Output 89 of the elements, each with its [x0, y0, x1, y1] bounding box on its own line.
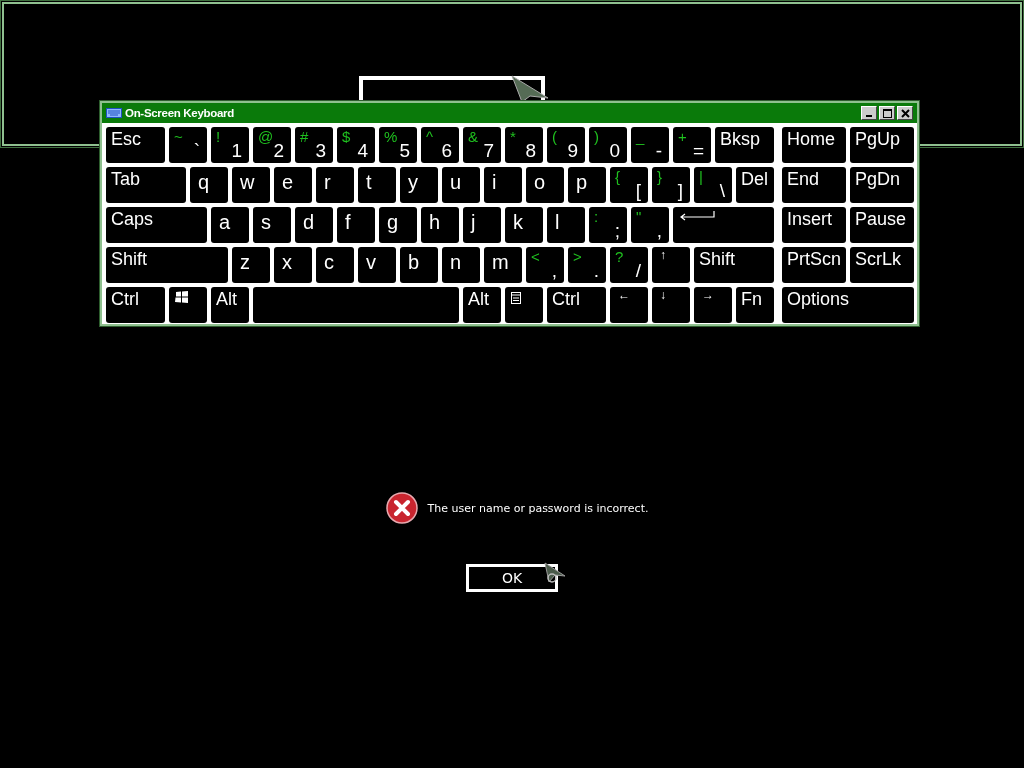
key[interactable]: t — [358, 167, 396, 203]
key[interactable]: Caps — [106, 207, 207, 243]
key[interactable]: _ - — [631, 127, 669, 163]
key[interactable]: @ 2 — [253, 127, 291, 163]
error-message: The user name or password is incorrect. — [427, 501, 649, 515]
key[interactable] — [505, 287, 543, 323]
key[interactable]: l — [547, 207, 585, 243]
key[interactable]: PrtScn — [782, 247, 846, 283]
menu-icon — [511, 292, 521, 304]
key[interactable]: Shift — [694, 247, 774, 283]
key[interactable]: ↑ — [652, 247, 690, 283]
minimize-icon — [866, 115, 872, 117]
key[interactable]: ScrLk — [850, 247, 914, 283]
key[interactable]: w — [232, 167, 270, 203]
key[interactable]: ) 0 — [589, 127, 627, 163]
key[interactable]: % 5 — [379, 127, 417, 163]
close-button[interactable] — [897, 106, 913, 120]
key[interactable]: Ctrl — [547, 287, 606, 323]
key[interactable]: y — [400, 167, 438, 203]
key[interactable]: a — [211, 207, 249, 243]
key[interactable]: : ; — [589, 207, 627, 243]
key[interactable]: Pause — [850, 207, 914, 243]
key[interactable]: > . — [568, 247, 606, 283]
key[interactable]: " , — [631, 207, 669, 243]
windows-logo-icon — [175, 291, 189, 303]
window-title: On-Screen Keyboard — [125, 107, 234, 119]
key[interactable]: * 8 — [505, 127, 543, 163]
key[interactable]: Shift — [106, 247, 228, 283]
key[interactable]: e — [274, 167, 312, 203]
key[interactable]: v — [358, 247, 396, 283]
key[interactable]: Options — [782, 287, 914, 323]
key[interactable]: Del — [736, 167, 774, 203]
key[interactable]: Fn — [736, 287, 774, 323]
key[interactable]: | \ — [694, 167, 732, 203]
key[interactable]: & 7 — [463, 127, 501, 163]
key[interactable]: Alt — [211, 287, 249, 323]
key[interactable]: j — [463, 207, 501, 243]
key[interactable]: ↓ — [652, 287, 690, 323]
key[interactable]: q — [190, 167, 228, 203]
key[interactable]: k — [505, 207, 543, 243]
key[interactable]: h — [421, 207, 459, 243]
key[interactable]: → — [694, 287, 732, 323]
maximize-icon — [882, 108, 892, 118]
key[interactable]: m — [484, 247, 522, 283]
key[interactable]: s — [253, 207, 291, 243]
key[interactable]: p — [568, 167, 606, 203]
key[interactable]: Tab — [106, 167, 186, 203]
cursor-icon — [543, 562, 567, 584]
key[interactable]: } ] — [652, 167, 690, 203]
key[interactable]: ? / — [610, 247, 648, 283]
minimize-button[interactable] — [861, 106, 877, 120]
key[interactable]: Esc — [106, 127, 165, 163]
key[interactable]: z — [232, 247, 270, 283]
key[interactable]: b — [400, 247, 438, 283]
key[interactable]: d — [295, 207, 333, 243]
key[interactable]: i — [484, 167, 522, 203]
key[interactable]: ( 9 — [547, 127, 585, 163]
key[interactable]: Ctrl — [106, 287, 165, 323]
key[interactable]: + = — [673, 127, 711, 163]
key[interactable]: < , — [526, 247, 564, 283]
ok-button[interactable]: OK — [466, 564, 558, 592]
key[interactable]: Alt — [463, 287, 501, 323]
key[interactable]: Bksp — [715, 127, 774, 163]
key[interactable]: f — [337, 207, 375, 243]
key[interactable]: ^ 6 — [421, 127, 459, 163]
key[interactable]: u — [442, 167, 480, 203]
key[interactable] — [169, 287, 207, 323]
key[interactable]: # 3 — [295, 127, 333, 163]
key[interactable]: $ 4 — [337, 127, 375, 163]
maximize-button[interactable] — [879, 106, 895, 120]
key[interactable]: n — [442, 247, 480, 283]
close-icon — [900, 108, 910, 118]
key[interactable]: x — [274, 247, 312, 283]
key[interactable]: c — [316, 247, 354, 283]
key[interactable]: Insert — [782, 207, 846, 243]
key[interactable]: ~ ` — [169, 127, 207, 163]
key[interactable]: PgUp — [850, 127, 914, 163]
key[interactable]: { [ — [610, 167, 648, 203]
error-icon — [385, 492, 418, 524]
key[interactable]: ! 1 — [211, 127, 249, 163]
key[interactable]: End — [782, 167, 846, 203]
enter-arrow-icon — [679, 211, 715, 221]
key[interactable]: Home — [782, 127, 846, 163]
key[interactable]: o — [526, 167, 564, 203]
key[interactable]: r — [316, 167, 354, 203]
key[interactable]: ← — [610, 287, 648, 323]
key[interactable]: g — [379, 207, 417, 243]
key[interactable]: PgDn — [850, 167, 914, 203]
keyboard-icon — [106, 108, 122, 118]
